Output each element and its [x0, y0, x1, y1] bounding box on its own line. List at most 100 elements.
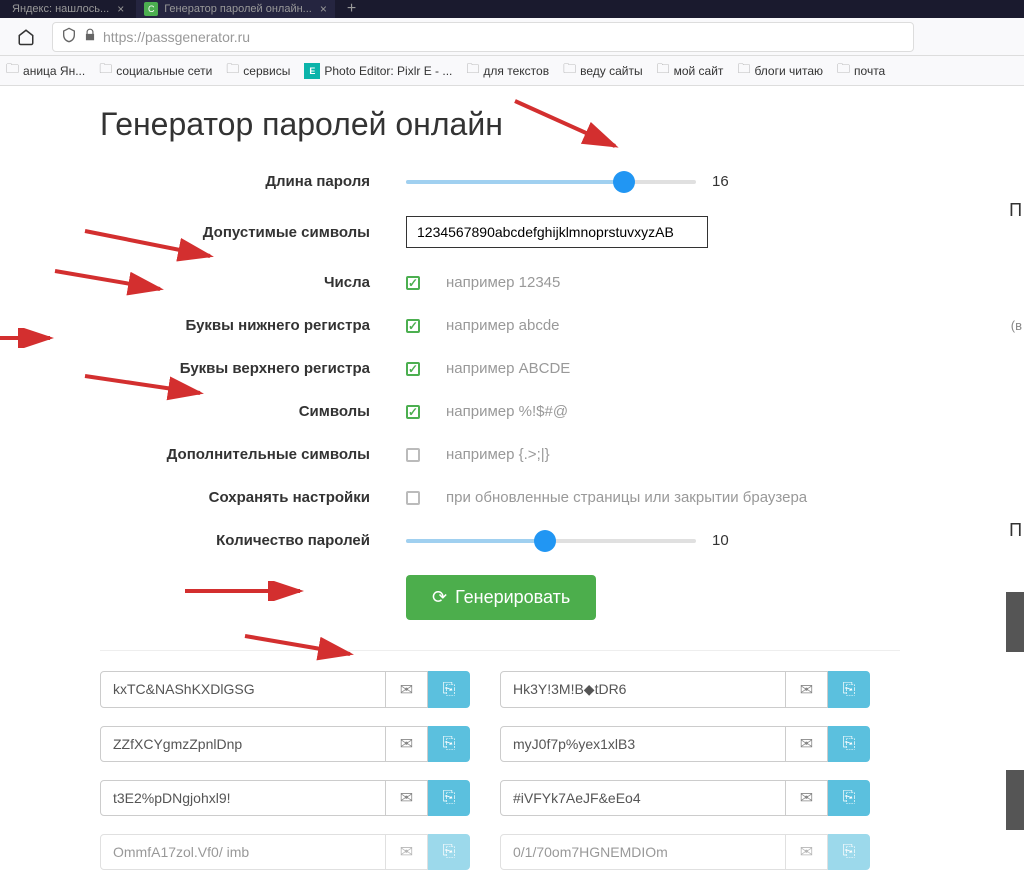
result-item: myJ0f7p%yex1xlB3 ✉ ⎘ — [500, 726, 870, 762]
allowed-label: Допустимые символы — [100, 224, 370, 241]
generate-button[interactable]: ⟳ Генерировать — [406, 575, 596, 620]
result-item: OmmfA17zol.Vf0/ imb ✉ ⎘ — [100, 834, 470, 870]
bookmark-item[interactable]: 🗀социальные сети — [99, 60, 212, 82]
uppercase-row: Буквы верхнего регистра например ABCDE — [100, 360, 1024, 377]
result-text[interactable]: OmmfA17zol.Vf0/ imb — [100, 834, 386, 870]
mail-button[interactable]: ✉ — [786, 671, 828, 708]
count-slider[interactable] — [406, 539, 696, 543]
bookmark-item[interactable]: EPhoto Editor: Pixlr E - ... — [304, 63, 452, 79]
result-item: #iVFYk7AeJF&eEo4 ✉ ⎘ — [500, 780, 870, 816]
copy-button[interactable]: ⎘ — [828, 834, 870, 870]
mail-button[interactable]: ✉ — [386, 726, 428, 762]
uppercase-checkbox[interactable] — [406, 362, 420, 376]
result-text[interactable]: t3E2%pDNgjohxl9! — [100, 780, 386, 816]
browser-tabs-bar: Яндекс: нашлось... × С Генератор паролей… — [0, 0, 1024, 18]
numbers-checkbox[interactable] — [406, 276, 420, 290]
length-label: Длина пароля — [100, 173, 370, 190]
result-text[interactable]: kxTC&NAShKXDlGSG — [100, 671, 386, 708]
lowercase-checkbox[interactable] — [406, 319, 420, 333]
close-icon[interactable]: × — [320, 2, 327, 16]
results-grid: kxTC&NAShKXDlGSG ✉ ⎘ Hk3Y!3M!B◆tDR6 ✉ ⎘ … — [100, 650, 900, 870]
lowercase-label: Буквы нижнего регистра — [100, 317, 370, 334]
result-item: ZZfXCYgmzZpnlDnp ✉ ⎘ — [100, 726, 470, 762]
mail-button[interactable]: ✉ — [786, 780, 828, 816]
bookmark-item[interactable]: 🗀веду сайты — [563, 60, 643, 82]
copy-button[interactable]: ⎘ — [428, 726, 470, 762]
copy-button[interactable]: ⎘ — [828, 726, 870, 762]
result-item: kxTC&NAShKXDlGSG ✉ ⎘ — [100, 671, 470, 708]
save-checkbox[interactable] — [406, 491, 420, 505]
bookmark-item[interactable]: 🗀мой сайт — [657, 60, 724, 82]
result-text[interactable]: #iVFYk7AeJF&eEo4 — [500, 780, 786, 816]
count-value: 10 — [712, 532, 729, 549]
copy-button[interactable]: ⎘ — [428, 834, 470, 870]
mail-button[interactable]: ✉ — [386, 780, 428, 816]
generate-label: Генерировать — [455, 587, 570, 608]
count-label: Количество паролей — [100, 532, 370, 549]
bookmark-item[interactable]: 🗀почта — [837, 60, 885, 82]
mail-button[interactable]: ✉ — [386, 834, 428, 870]
extra-label: Дополнительные символы — [100, 446, 370, 463]
annotation-arrow — [0, 328, 60, 348]
new-tab-button[interactable]: + — [347, 0, 356, 18]
save-hint: при обновленные страницы или закрытии бр… — [446, 489, 807, 506]
bookmark-item[interactable]: 🗀блоги читаю — [737, 60, 823, 82]
allowed-input[interactable] — [406, 216, 708, 248]
uppercase-hint: например ABCDE — [446, 360, 570, 377]
browser-tab[interactable]: Яндекс: нашлось... × — [4, 0, 132, 18]
symbols-checkbox[interactable] — [406, 405, 420, 419]
mail-button[interactable]: ✉ — [786, 726, 828, 762]
length-value: 16 — [712, 173, 729, 190]
folder-icon: 🗀 — [563, 60, 576, 82]
result-item: t3E2%pDNgjohxl9! ✉ ⎘ — [100, 780, 470, 816]
allowed-row: Допустимые символы — [100, 216, 1024, 248]
folder-icon: 🗀 — [226, 60, 239, 82]
copy-button[interactable]: ⎘ — [428, 780, 470, 816]
numbers-row: Числа например 12345 — [100, 274, 1024, 291]
bookmarks-bar: 🗀аница Ян... 🗀социальные сети 🗀сервисы E… — [0, 56, 1024, 86]
refresh-icon: ⟳ — [432, 587, 447, 608]
symbols-label: Символы — [100, 403, 370, 420]
browser-tab-active[interactable]: С Генератор паролей онлайн... × — [136, 0, 335, 18]
numbers-hint: например 12345 — [446, 274, 560, 291]
extra-hint: например {.>;|} — [446, 446, 550, 463]
tab-label: Генератор паролей онлайн... — [164, 3, 312, 15]
shield-icon — [61, 27, 77, 46]
result-text[interactable]: myJ0f7p%yex1xlB3 — [500, 726, 786, 762]
result-text[interactable]: Hk3Y!3M!B◆tDR6 — [500, 671, 786, 708]
bookmark-item[interactable]: 🗀аница Ян... — [6, 60, 85, 82]
nav-bar: https://passgenerator.ru — [0, 18, 1024, 56]
folder-icon: 🗀 — [837, 60, 850, 82]
home-button[interactable] — [10, 21, 42, 53]
lowercase-hint: например abcde — [446, 317, 560, 334]
copy-button[interactable]: ⎘ — [828, 780, 870, 816]
lock-icon — [83, 28, 97, 45]
symbols-hint: например %!$#@ — [446, 403, 568, 420]
copy-button[interactable]: ⎘ — [828, 671, 870, 708]
bookmark-item[interactable]: 🗀для текстов — [466, 60, 549, 82]
folder-icon: 🗀 — [466, 60, 479, 82]
result-item: Hk3Y!3M!B◆tDR6 ✉ ⎘ — [500, 671, 870, 708]
bookmark-item[interactable]: 🗀сервисы — [226, 60, 290, 82]
result-text[interactable]: 0/1/70om7HGNEMDIOm — [500, 834, 786, 870]
save-row: Сохранять настройки при обновленные стра… — [100, 489, 1024, 506]
url-text: https://passgenerator.ru — [103, 29, 250, 45]
address-bar[interactable]: https://passgenerator.ru — [52, 22, 914, 52]
page-content: Генератор паролей онлайн Длина пароля 16… — [0, 86, 1024, 870]
close-icon[interactable]: × — [117, 2, 124, 16]
sidebar-text: (в — [1011, 318, 1022, 333]
length-slider[interactable] — [406, 180, 696, 184]
result-item: 0/1/70om7HGNEMDIOm ✉ ⎘ — [500, 834, 870, 870]
extra-checkbox[interactable] — [406, 448, 420, 462]
extra-row: Дополнительные символы например {.>;|} — [100, 446, 1024, 463]
save-label: Сохранять настройки — [100, 489, 370, 506]
mail-button[interactable]: ✉ — [386, 671, 428, 708]
folder-icon: 🗀 — [99, 60, 112, 82]
copy-button[interactable]: ⎘ — [428, 671, 470, 708]
lowercase-row: Буквы нижнего регистра например abcde — [100, 317, 1024, 334]
mail-button[interactable]: ✉ — [786, 834, 828, 870]
result-text[interactable]: ZZfXCYgmzZpnlDnp — [100, 726, 386, 762]
sidebar-image — [1006, 592, 1024, 652]
folder-icon: 🗀 — [737, 60, 750, 82]
uppercase-label: Буквы верхнего регистра — [100, 360, 370, 377]
